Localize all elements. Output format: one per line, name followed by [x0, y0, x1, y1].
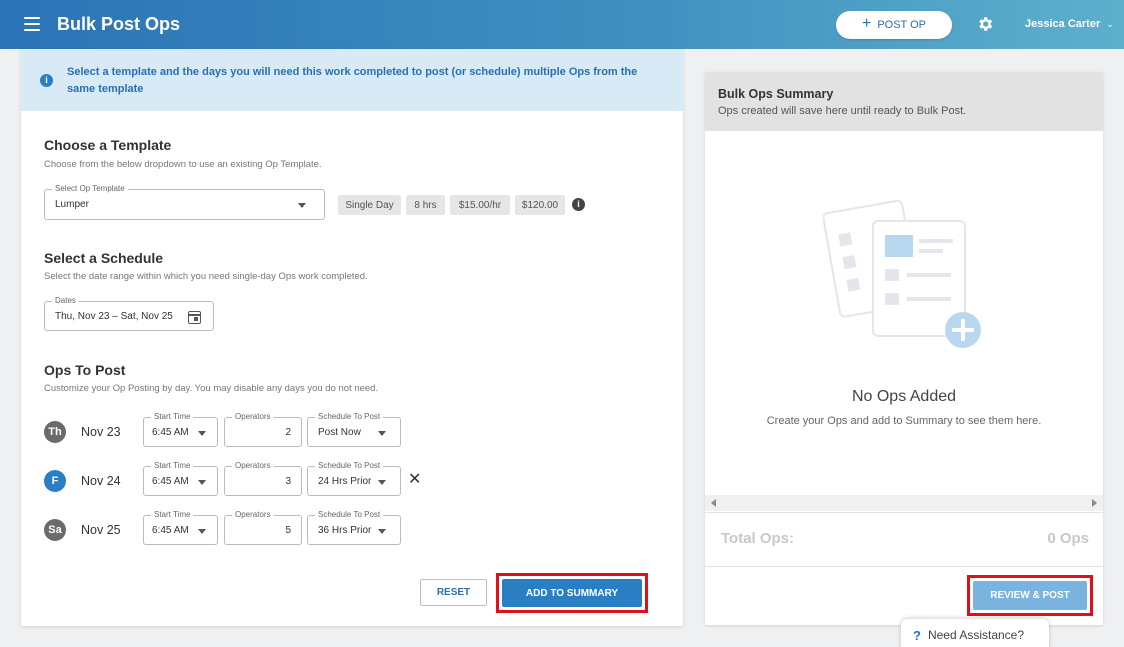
- dates-field[interactable]: Dates Thu, Nov 23 – Sat, Nov 25: [44, 296, 214, 331]
- start-time-select[interactable]: Start Time 6:45 AM: [143, 412, 218, 447]
- summary-header: Bulk Ops Summary Ops created will save h…: [705, 72, 1103, 131]
- schedule-to-post-label: Schedule To Post: [315, 510, 384, 520]
- day-badge: F: [44, 470, 66, 492]
- top-bar: Bulk Post Ops + POST OP Jessica Carter ⌄: [0, 0, 1124, 49]
- summary-title: Bulk Ops Summary: [718, 87, 834, 101]
- divider: [705, 512, 1103, 513]
- summary-subtitle: Ops created will save here until ready t…: [718, 105, 967, 117]
- caret-down-icon: [378, 431, 386, 436]
- caret-down-icon: [198, 431, 206, 436]
- user-menu[interactable]: Jessica Carter ⌄: [1025, 18, 1114, 30]
- schedule-to-post-select[interactable]: Schedule To Post 36 Hrs Prior: [307, 510, 401, 545]
- schedule-to-post-select[interactable]: Schedule To Post 24 Hrs Prior: [307, 461, 401, 496]
- operators-input[interactable]: Operators 2: [224, 412, 302, 447]
- ops-section-title: Ops To Post: [44, 362, 126, 378]
- page-title: Bulk Post Ops: [57, 14, 181, 34]
- operators-label: Operators: [232, 412, 274, 422]
- info-icon: i: [40, 74, 53, 87]
- day-badge: Th: [44, 421, 66, 443]
- chip-total: $120.00: [515, 195, 565, 215]
- schedule-to-post-value: Post Now: [318, 427, 361, 438]
- op-template-select-value: Lumper: [55, 199, 89, 210]
- post-op-button[interactable]: + POST OP: [836, 11, 952, 39]
- reset-button[interactable]: RESET: [420, 579, 487, 606]
- divider: [705, 566, 1103, 567]
- question-icon: ?: [913, 627, 921, 643]
- menu-icon[interactable]: [24, 17, 40, 31]
- need-assistance-button[interactable]: ? Need Assistance?: [901, 619, 1049, 647]
- plus-icon: +: [861, 15, 872, 32]
- schedule-to-post-label: Schedule To Post: [315, 412, 384, 422]
- operators-value: 2: [285, 427, 291, 438]
- schedule-to-post-select[interactable]: Schedule To Post Post Now: [307, 412, 401, 447]
- start-time-label: Start Time: [151, 461, 194, 471]
- start-time-label: Start Time: [151, 510, 194, 520]
- day-badge: Sa: [44, 519, 66, 541]
- caret-down-icon: [378, 529, 386, 534]
- empty-documents-illustration: [823, 199, 981, 348]
- remove-day-icon[interactable]: ✕: [408, 472, 421, 488]
- add-to-summary-button[interactable]: ADD TO SUMMARY: [502, 579, 642, 607]
- schedule-section-subtitle: Select the date range within which you n…: [44, 271, 368, 282]
- caret-down-icon: [198, 480, 206, 485]
- chip-hours: 8 hrs: [406, 195, 445, 215]
- start-time-value: 6:45 AM: [152, 525, 189, 536]
- info-banner-text: Select a template and the days you will …: [67, 66, 638, 95]
- operators-input[interactable]: Operators 3: [224, 461, 302, 496]
- start-time-value: 6:45 AM: [152, 427, 189, 438]
- caret-down-icon: [198, 529, 206, 534]
- op-template-select[interactable]: Select Op Template Lumper: [44, 184, 325, 220]
- operators-label: Operators: [232, 510, 274, 520]
- operators-label: Operators: [232, 461, 274, 471]
- user-name: Jessica Carter: [1025, 18, 1101, 30]
- ops-section-subtitle: Customize your Op Posting by day. You ma…: [44, 383, 379, 394]
- total-ops-label: Total Ops:: [721, 530, 795, 547]
- info-banner: i Select a template and the days you wil…: [21, 49, 683, 111]
- start-time-label: Start Time: [151, 412, 194, 422]
- bulk-ops-form: i Select a template and the days you wil…: [21, 49, 683, 626]
- operators-value: 3: [285, 476, 291, 487]
- dates-field-label: Dates: [52, 296, 79, 306]
- total-ops-value: 0 Ops: [1047, 530, 1089, 547]
- empty-state-title: No Ops Added: [851, 388, 957, 405]
- review-and-post-button[interactable]: REVIEW & POST: [973, 581, 1087, 610]
- dates-field-value: Thu, Nov 23 – Sat, Nov 25: [55, 311, 173, 322]
- start-time-select[interactable]: Start Time 6:45 AM: [143, 510, 218, 545]
- scroll-left-icon[interactable]: [711, 499, 716, 507]
- operators-input[interactable]: Operators 5: [224, 510, 302, 545]
- schedule-to-post-label: Schedule To Post: [315, 461, 384, 471]
- empty-state-subtitle: Create your Ops and add to Summary to se…: [766, 415, 1042, 427]
- info-icon[interactable]: i: [572, 198, 585, 211]
- chip-rate: $15.00/hr: [450, 195, 510, 215]
- chip-duration-type: Single Day: [338, 195, 401, 215]
- gear-icon[interactable]: [976, 15, 994, 33]
- operators-value: 5: [285, 525, 291, 536]
- op-template-select-label: Select Op Template: [52, 184, 128, 194]
- calendar-icon[interactable]: [188, 311, 201, 324]
- day-date: Nov 24: [81, 474, 121, 488]
- template-section-title: Choose a Template: [44, 137, 172, 153]
- caret-down-icon: [298, 203, 306, 208]
- bulk-ops-summary: Bulk Ops Summary Ops created will save h…: [705, 72, 1103, 625]
- start-time-select[interactable]: Start Time 6:45 AM: [143, 461, 218, 496]
- post-op-label: POST OP: [877, 19, 927, 31]
- schedule-section-title: Select a Schedule: [44, 250, 164, 266]
- start-time-value: 6:45 AM: [152, 476, 189, 487]
- need-assistance-label: Need Assistance?: [927, 628, 1025, 642]
- chevron-down-icon: ⌄: [1106, 18, 1114, 29]
- horizontal-scrollbar[interactable]: [705, 495, 1103, 511]
- day-date: Nov 23: [81, 425, 121, 439]
- template-section-subtitle: Choose from the below dropdown to use an…: [44, 159, 322, 170]
- day-date: Nov 25: [81, 523, 121, 537]
- caret-down-icon: [378, 480, 386, 485]
- scroll-right-icon[interactable]: [1092, 499, 1097, 507]
- schedule-to-post-value: 24 Hrs Prior: [318, 476, 372, 487]
- schedule-to-post-value: 36 Hrs Prior: [318, 525, 372, 536]
